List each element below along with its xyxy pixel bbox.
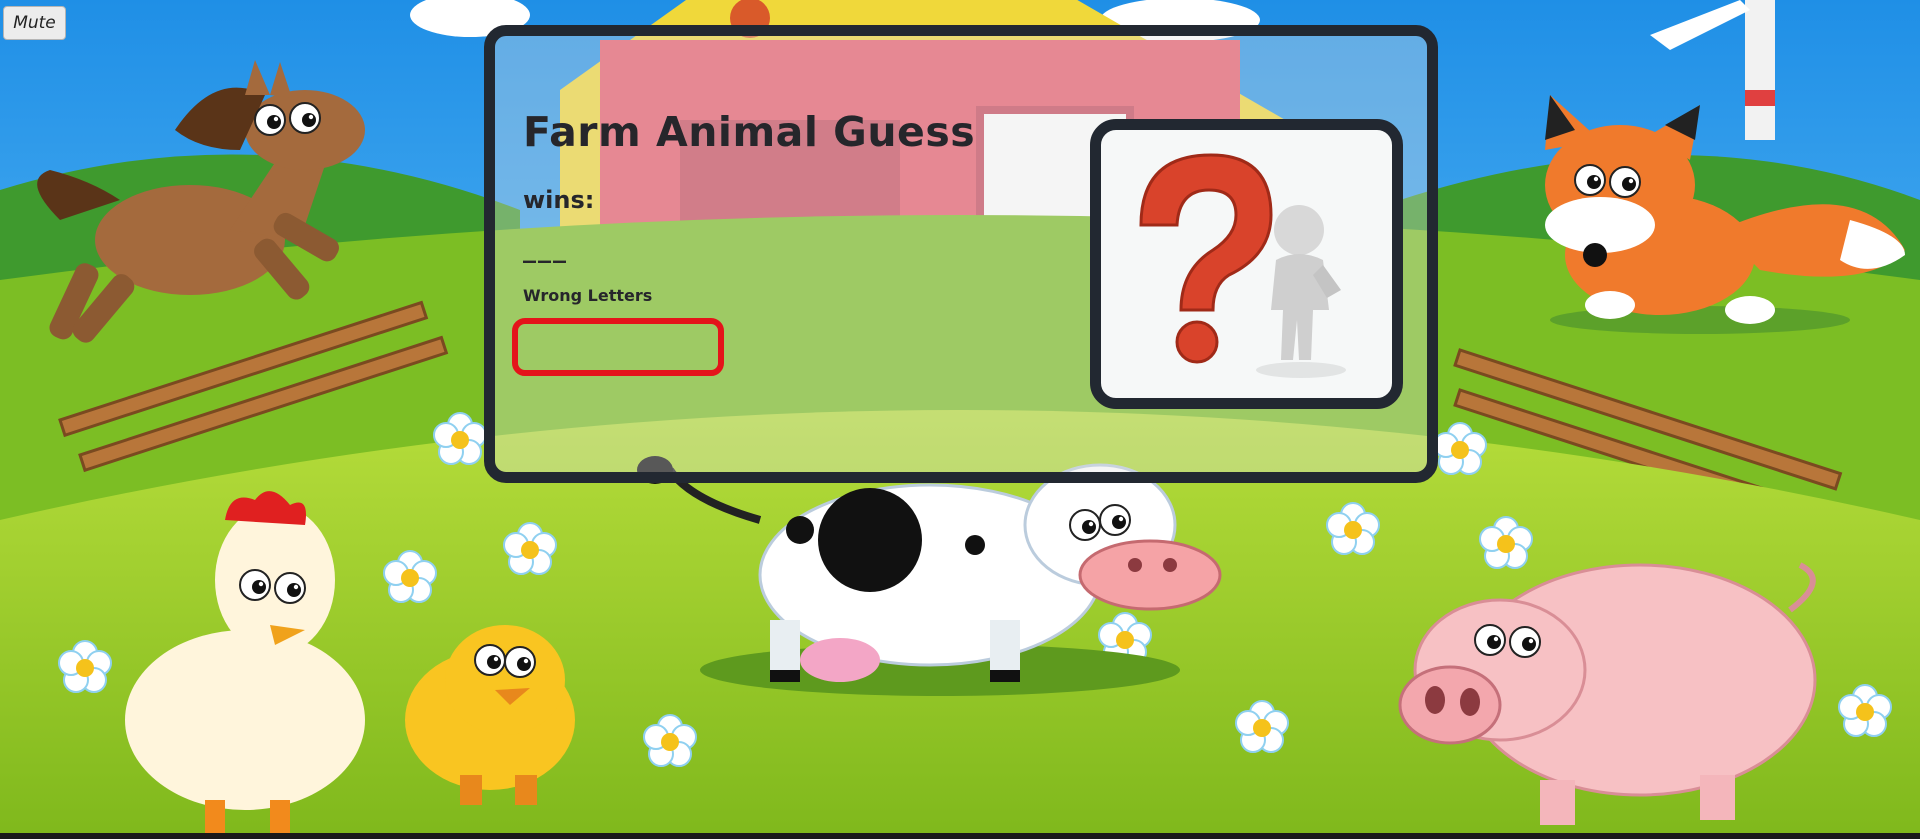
wrong-letters-label: Wrong Letters xyxy=(523,286,653,305)
game-title: Farm Animal Guess xyxy=(523,108,976,156)
mystery-image-frame xyxy=(1090,119,1403,409)
mute-button[interactable]: Mute xyxy=(3,6,66,40)
question-mark-figure-icon xyxy=(1139,153,1346,378)
bottom-bar xyxy=(0,833,1920,839)
wins-label: wins: xyxy=(523,186,595,214)
wrong-letters-box xyxy=(512,318,724,376)
word-display: ___ xyxy=(523,234,568,264)
game-panel: Farm Animal Guess wins: ___ Wrong Letter… xyxy=(484,25,1438,483)
